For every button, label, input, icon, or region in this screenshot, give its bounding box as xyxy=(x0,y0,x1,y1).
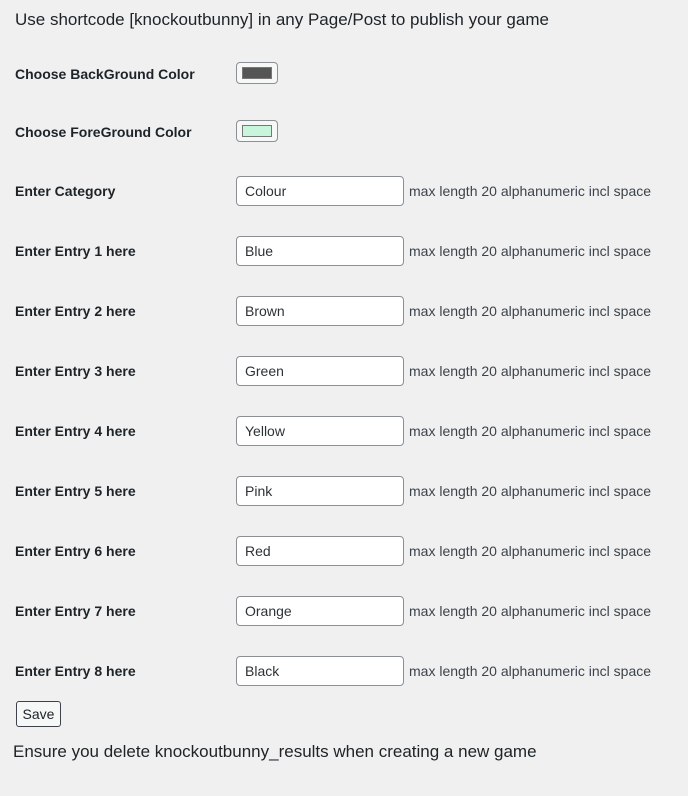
entry-4-input[interactable] xyxy=(236,416,404,446)
entry-7-hint: max length 20 alphanumeric incl space xyxy=(409,603,652,619)
entry-1-input[interactable] xyxy=(236,236,404,266)
entry-5-hint: max length 20 alphanumeric incl space xyxy=(409,483,652,499)
entry-5-label: Enter Entry 5 here xyxy=(15,483,136,499)
category-hint: max length 20 alphanumeric incl space xyxy=(409,183,652,199)
entry-3-label: Enter Entry 3 here xyxy=(15,363,136,379)
entry-7-label: Enter Entry 7 here xyxy=(15,603,136,619)
save-button[interactable]: Save xyxy=(16,701,61,727)
entry-1-hint: max length 20 alphanumeric incl space xyxy=(409,243,652,259)
category-input[interactable] xyxy=(236,176,404,206)
entry-4-label: Enter Entry 4 here xyxy=(15,423,136,439)
entry-4-row: Enter Entry 4 here max length 20 alphanu… xyxy=(0,416,688,446)
shortcode-heading: Use shortcode [knockoutbunny] in any Pag… xyxy=(15,10,549,29)
entry-2-input[interactable] xyxy=(236,296,404,326)
entry-6-label: Enter Entry 6 here xyxy=(15,543,136,559)
category-label: Enter Category xyxy=(15,183,116,199)
results-reminder: Ensure you delete knockoutbunny_results … xyxy=(13,742,537,761)
entry-8-row: Enter Entry 8 here max length 20 alphanu… xyxy=(0,656,688,686)
category-row: Enter Category max length 20 alphanumeri… xyxy=(0,176,688,206)
foreground-color-row: Choose ForeGround Color xyxy=(0,117,688,147)
background-color-picker[interactable] xyxy=(236,62,278,84)
foreground-color-picker[interactable] xyxy=(236,120,278,142)
entry-2-label: Enter Entry 2 here xyxy=(15,303,136,319)
entry-3-input[interactable] xyxy=(236,356,404,386)
entry-1-label: Enter Entry 1 here xyxy=(15,243,136,259)
foreground-color-swatch xyxy=(242,125,272,137)
entry-3-row: Enter Entry 3 here max length 20 alphanu… xyxy=(0,356,688,386)
entry-7-input[interactable] xyxy=(236,596,404,626)
entry-8-label: Enter Entry 8 here xyxy=(15,663,136,679)
entry-3-hint: max length 20 alphanumeric incl space xyxy=(409,363,652,379)
entry-6-row: Enter Entry 6 here max length 20 alphanu… xyxy=(0,536,688,566)
entry-6-input[interactable] xyxy=(236,536,404,566)
background-color-row: Choose BackGround Color xyxy=(0,59,688,89)
entry-2-row: Enter Entry 2 here max length 20 alphanu… xyxy=(0,296,688,326)
entry-1-row: Enter Entry 1 here max length 20 alphanu… xyxy=(0,236,688,266)
background-color-swatch xyxy=(242,67,272,79)
entry-4-hint: max length 20 alphanumeric incl space xyxy=(409,423,652,439)
entry-7-row: Enter Entry 7 here max length 20 alphanu… xyxy=(0,596,688,626)
foreground-color-label: Choose ForeGround Color xyxy=(15,124,192,140)
entry-5-row: Enter Entry 5 here max length 20 alphanu… xyxy=(0,476,688,506)
entry-8-hint: max length 20 alphanumeric incl space xyxy=(409,663,652,679)
entry-5-input[interactable] xyxy=(236,476,404,506)
entry-8-input[interactable] xyxy=(236,656,404,686)
entry-2-hint: max length 20 alphanumeric incl space xyxy=(409,303,652,319)
entry-6-hint: max length 20 alphanumeric incl space xyxy=(409,543,652,559)
background-color-label: Choose BackGround Color xyxy=(15,66,195,82)
